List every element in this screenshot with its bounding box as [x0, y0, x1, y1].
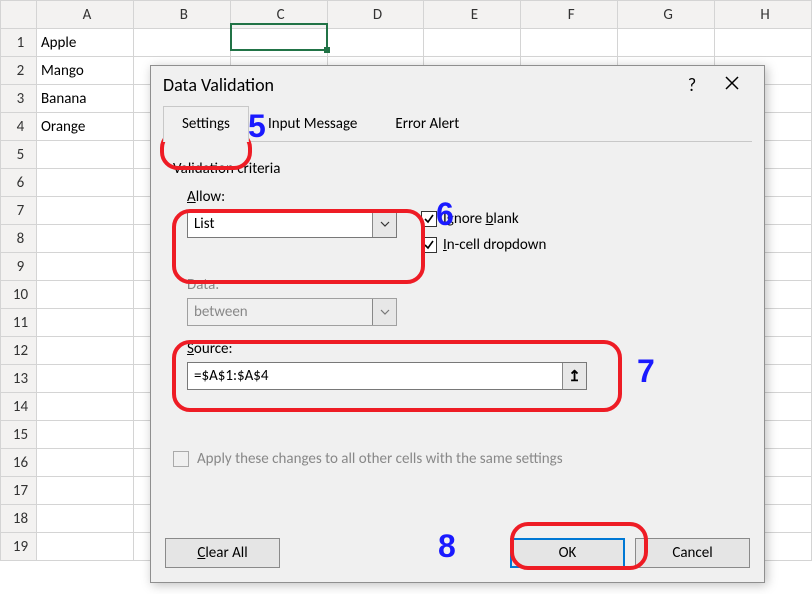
- row-head-8[interactable]: 8: [1, 225, 37, 253]
- cell-A19[interactable]: [36, 533, 133, 561]
- cell-A5[interactable]: [36, 141, 133, 169]
- check-icon: [423, 239, 435, 251]
- row-head-15[interactable]: 15: [1, 421, 37, 449]
- col-head-G[interactable]: G: [618, 1, 715, 29]
- ok-button[interactable]: OK: [510, 538, 625, 568]
- clear-all-button[interactable]: Clear All: [165, 538, 280, 568]
- cell-A14[interactable]: [36, 393, 133, 421]
- cell-A18[interactable]: [36, 505, 133, 533]
- cell-C1[interactable]: [230, 29, 327, 57]
- row-head-14[interactable]: 14: [1, 393, 37, 421]
- close-button[interactable]: [712, 76, 752, 95]
- cell-A15[interactable]: [36, 421, 133, 449]
- cell-E1[interactable]: [424, 29, 521, 57]
- cell-A12[interactable]: [36, 337, 133, 365]
- check-icon: [423, 213, 435, 225]
- row-head-2[interactable]: 2: [1, 57, 37, 85]
- source-label: Source:: [187, 340, 233, 358]
- settings-panel: Validation criteria Allow: List: [151, 142, 764, 524]
- incell-dropdown-checkbox[interactable]: In-cell dropdown: [421, 236, 546, 254]
- allow-combobox[interactable]: List: [187, 210, 397, 238]
- cell-A9[interactable]: [36, 253, 133, 281]
- data-combobox: between: [187, 298, 397, 326]
- row-head-18[interactable]: 18: [1, 505, 37, 533]
- dialog-titlebar[interactable]: Data Validation ?: [151, 66, 764, 106]
- row-head-12[interactable]: 12: [1, 337, 37, 365]
- cell-A6[interactable]: [36, 169, 133, 197]
- row-head-13[interactable]: 13: [1, 365, 37, 393]
- col-head-H[interactable]: H: [715, 1, 812, 29]
- cell-F1[interactable]: [521, 29, 618, 57]
- criteria-header: Validation criteria: [173, 160, 742, 178]
- cell-G1[interactable]: [618, 29, 715, 57]
- col-head-A[interactable]: A: [36, 1, 133, 29]
- row-head-3[interactable]: 3: [1, 85, 37, 113]
- col-head-F[interactable]: F: [521, 1, 618, 29]
- chevron-down-icon: [380, 309, 390, 315]
- cell-A2[interactable]: Mango: [36, 57, 133, 85]
- dialog-tabs: Settings Input Message Error Alert: [151, 106, 764, 142]
- allow-value: List: [188, 215, 372, 233]
- cell-A8[interactable]: [36, 225, 133, 253]
- cell-A13[interactable]: [36, 365, 133, 393]
- row-head-9[interactable]: 9: [1, 253, 37, 281]
- cell-A3[interactable]: Banana: [36, 85, 133, 113]
- range-select-button[interactable]: ↥: [562, 363, 586, 389]
- row-head-1[interactable]: 1: [1, 29, 37, 57]
- data-label: Data:: [187, 276, 397, 294]
- row-head-17[interactable]: 17: [1, 477, 37, 505]
- cell-A1[interactable]: Apple: [36, 29, 133, 57]
- source-input[interactable]: [188, 367, 562, 385]
- help-button[interactable]: ?: [672, 74, 712, 96]
- allow-dropdown-button[interactable]: [372, 211, 396, 237]
- cell-A10[interactable]: [36, 281, 133, 309]
- col-head-D[interactable]: D: [327, 1, 424, 29]
- allow-label: Allow:: [187, 188, 397, 206]
- cell-A11[interactable]: [36, 309, 133, 337]
- dialog-title: Data Validation: [163, 74, 672, 96]
- tab-error-alert[interactable]: Error Alert: [376, 106, 478, 142]
- cell-A16[interactable]: [36, 449, 133, 477]
- cell-H1[interactable]: [715, 29, 812, 57]
- cell-A17[interactable]: [36, 477, 133, 505]
- incell-dropdown-label: In-cell dropdown: [443, 236, 546, 254]
- cell-A7[interactable]: [36, 197, 133, 225]
- row-head-7[interactable]: 7: [1, 197, 37, 225]
- row-head-11[interactable]: 11: [1, 309, 37, 337]
- cell-D1[interactable]: [327, 29, 424, 57]
- data-value: between: [188, 303, 372, 321]
- cell-A4[interactable]: Orange: [36, 113, 133, 141]
- data-dropdown-button: [372, 299, 396, 325]
- cancel-button[interactable]: Cancel: [635, 538, 750, 568]
- apply-label: Apply these changes to all other cells w…: [197, 450, 563, 468]
- ignore-blank-checkbox[interactable]: Ignore blank: [421, 210, 546, 228]
- close-icon: [725, 76, 739, 90]
- cell-B1[interactable]: [133, 29, 230, 57]
- col-head-B[interactable]: B: [133, 1, 230, 29]
- apply-checkbox-box: [173, 451, 189, 467]
- row-head-5[interactable]: 5: [1, 141, 37, 169]
- row-head-16[interactable]: 16: [1, 449, 37, 477]
- row-head-19[interactable]: 19: [1, 533, 37, 561]
- tab-input-message[interactable]: Input Message: [249, 106, 376, 142]
- col-head-C[interactable]: C: [230, 1, 327, 29]
- apply-all-checkbox: Apply these changes to all other cells w…: [173, 450, 742, 468]
- dialog-buttons: Clear All OK Cancel: [151, 524, 764, 582]
- chevron-down-icon: [380, 221, 390, 227]
- ignore-blank-label: Ignore blank: [443, 210, 519, 228]
- select-all-corner[interactable]: [1, 1, 37, 29]
- source-input-wrapper: ↥: [187, 362, 587, 390]
- row-head-6[interactable]: 6: [1, 169, 37, 197]
- data-validation-dialog: Data Validation ? Settings Input Message…: [150, 65, 765, 583]
- row-head-10[interactable]: 10: [1, 281, 37, 309]
- tab-settings[interactable]: Settings: [163, 106, 249, 142]
- row-head-4[interactable]: 4: [1, 113, 37, 141]
- col-head-E[interactable]: E: [424, 1, 521, 29]
